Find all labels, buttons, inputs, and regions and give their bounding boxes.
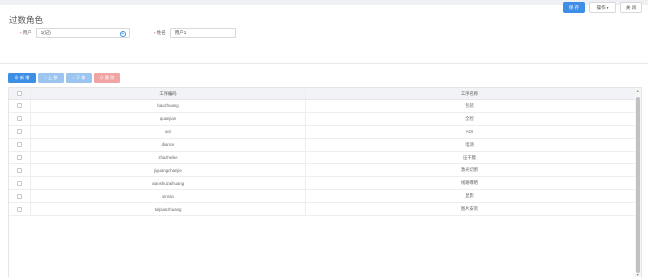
top-strip — [0, 0, 648, 5]
name-field: * 姓名 用户1 — [154, 28, 236, 38]
save-button[interactable]: 保 存 — [563, 2, 585, 13]
operations-label: 操作 — [596, 4, 606, 10]
vertical-scrollbar[interactable]: ▲ ▼ — [635, 88, 641, 277]
caret-down-icon: ▾ — [606, 5, 609, 10]
scroll-up-icon[interactable]: ▲ — [636, 89, 639, 93]
row-checkbox[interactable] — [17, 103, 22, 109]
user-label: 用户 — [22, 30, 32, 35]
header-name: 工序名称 — [460, 90, 479, 96]
row-code: xinran — [31, 190, 306, 203]
row-checkbox[interactable] — [17, 206, 22, 212]
row-code: quanjian — [31, 112, 306, 125]
row-name: 电测 — [465, 141, 474, 147]
table-row[interactable]: zhazheike 压干膜 — [9, 151, 641, 165]
delete-row-button[interactable]: ⊖ 删 除 — [94, 73, 120, 83]
row-code: jiguangchanjie — [31, 164, 306, 177]
table-header: 工序编码 工序名称 — [9, 88, 641, 100]
select-all-checkbox[interactable] — [17, 91, 22, 96]
user-input[interactable]: 1(记) + — [35, 28, 130, 38]
row-name: 压干膜 — [463, 154, 476, 160]
name-input[interactable]: 用户1 — [169, 28, 236, 38]
row-checkbox[interactable] — [17, 116, 22, 122]
name-label: 姓名 — [156, 30, 166, 35]
user-field: * 用户 1(记) + — [20, 28, 130, 38]
scroll-thumb[interactable] — [636, 97, 640, 273]
required-icon: * — [20, 30, 22, 36]
row-code: zhazheike — [31, 151, 306, 164]
row-checkbox[interactable] — [17, 142, 22, 148]
name-input-value: 用户1 — [174, 30, 187, 35]
required-icon: * — [154, 30, 156, 36]
row-code: xianshuzaihuang — [31, 177, 306, 190]
close-button[interactable]: 关 闭 — [620, 2, 642, 13]
section-divider — [0, 63, 648, 64]
row-checkbox[interactable] — [17, 193, 22, 199]
add-row-button[interactable]: ⊕ 新 增 — [8, 73, 36, 83]
row-checkbox[interactable] — [17, 180, 22, 186]
header-code: 工序编码 — [31, 88, 306, 99]
row-checkbox[interactable] — [17, 155, 22, 160]
top-actions: 保 存 操作 ▾ 关 闭 — [563, 2, 642, 13]
row-code: tulpianzhuang — [31, 203, 306, 216]
row-checkbox[interactable] — [17, 129, 22, 135]
row-name: 全检 — [465, 115, 474, 121]
table-toolbar: ⊕ 新 增 ↑ 上 移 ↓ 下 移 ⊖ 删 除 — [8, 73, 120, 83]
user-input-value: 1(记) — [40, 30, 51, 35]
row-checkbox[interactable] — [17, 167, 22, 173]
row-code: diance — [31, 138, 306, 151]
row-name: AOI — [465, 129, 474, 135]
move-down-button[interactable]: ↓ 下 移 — [66, 73, 92, 83]
row-name: 激光切割 — [460, 167, 479, 173]
table-row[interactable]: quanjian 全检 — [9, 112, 641, 126]
add-user-icon[interactable]: + — [119, 30, 126, 37]
move-up-button[interactable]: ↑ 上 移 — [38, 73, 64, 83]
process-table: 工序编码 工序名称 baozhuang 包装 quanjian 全检 aoi A… — [8, 87, 642, 277]
row-code: baozhuang — [31, 100, 306, 112]
row-name: 线路曝晒 — [460, 180, 479, 186]
table-row[interactable]: tulpianzhuang 图片安装 — [9, 203, 641, 217]
row-name: 包装 — [465, 102, 474, 108]
table-row[interactable]: aoi AOI — [9, 125, 641, 139]
table-row[interactable]: xianshuzaihuang 线路曝晒 — [9, 177, 641, 191]
page-title: 过数角色 — [9, 15, 44, 25]
table-row[interactable]: baozhuang 包装 — [9, 100, 641, 113]
table-row[interactable]: jiguangchanjie 激光切割 — [9, 164, 641, 178]
table-row[interactable]: xinran 显影 — [9, 190, 641, 204]
table-row[interactable]: diance 电测 — [9, 138, 641, 152]
header-checkbox-cell — [9, 88, 31, 99]
row-name: 图片安装 — [460, 206, 479, 212]
scroll-down-icon[interactable]: ▼ — [636, 273, 639, 277]
row-name: 显影 — [465, 193, 474, 199]
row-code: aoi — [31, 125, 306, 138]
operations-dropdown-button[interactable]: 操作 ▾ — [589, 2, 616, 13]
